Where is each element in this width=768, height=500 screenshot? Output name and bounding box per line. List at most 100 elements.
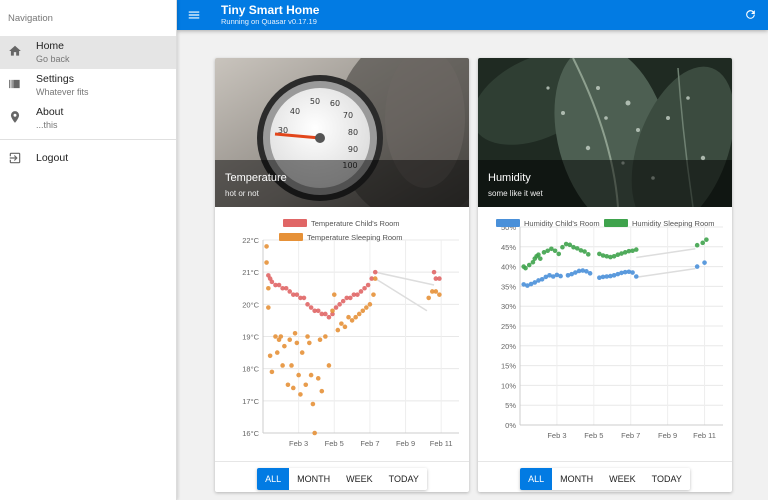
data-point [308,305,314,310]
data-point [303,382,309,388]
data-point [433,289,439,294]
range-all-button[interactable]: ALL [257,468,290,490]
data-point [694,242,700,248]
data-point [358,289,364,294]
app-title: Tiny Smart Home [221,2,320,17]
data-point [582,249,587,254]
range-month-button[interactable]: MONTH [289,468,339,490]
data-point [335,327,341,333]
temperature-chart-svg: 16°C 17°C 18°C 19°C 20°C 21°C 22°C Feb 3 Feb 5 Fe… [242,219,459,448]
nav-item-settings[interactable]: Settings Whatever fits [0,69,176,102]
data-point [371,292,376,297]
data-point [274,350,280,355]
y-tick-label: 22°C [242,236,259,245]
y-tick-label: 21°C [242,268,259,277]
data-point [287,337,293,343]
data-point [437,276,442,281]
data-point [633,274,639,279]
nav-item-home[interactable]: Home Go back [0,36,176,69]
refresh-icon[interactable] [744,8,758,22]
y-tick-label: 0% [505,421,516,430]
data-point [310,401,316,407]
data-point [266,305,271,310]
range-today-button[interactable]: TODAY [643,468,690,490]
nav-item-label: Logout [36,152,69,164]
menu-icon[interactable] [187,8,201,22]
data-point [355,292,360,297]
data-point [587,271,593,276]
y-tick-label: 18°C [242,365,259,374]
range-button-group: ALL MONTH WEEK TODAY [257,468,427,490]
data-point [585,252,591,257]
y-tick-label: 45% [501,243,516,252]
data-point [365,282,371,288]
humidity-chart: 0% 5% 10% 15% 20% 25% 30% 35% 40% 45% 50% Feb 3 Feb … [478,207,732,461]
legend-label: Humidity Sleeping Room [632,219,715,228]
app-subtitle: Running on Quasar v0.17.19 [221,16,317,26]
range-selector: ALL MONTH WEEK TODAY [215,461,469,492]
data-point [267,353,273,359]
data-point [339,321,344,326]
nav-item-logout[interactable]: Logout [0,143,176,175]
range-all-button[interactable]: ALL [520,468,553,490]
data-point [289,363,294,368]
svg-text:40: 40 [290,107,300,116]
data-point [702,260,707,265]
data-point [273,334,278,339]
y-tick-label: 20°C [242,300,259,309]
data-point [700,240,705,246]
x-tick-label: Feb 9 [396,439,415,448]
legend-swatch [279,233,303,241]
card-subtitle: hot or not [225,189,259,198]
data-point [264,260,269,265]
data-point [372,276,378,281]
range-week-button[interactable]: WEEK [338,468,381,490]
y-tick-label: 16°C [242,429,259,438]
data-point [523,265,528,271]
card-subtitle: some like it wet [488,189,543,198]
location-pin-icon [8,110,22,124]
humidity-card: Humidity some like it wet 0% 5% 10% 15% 20% 2… [478,58,732,492]
range-month-button[interactable]: MONTH [552,468,602,490]
nav-item-label: Home [36,40,65,52]
nav-item-about[interactable]: About ...this [0,102,176,135]
data-point [315,376,321,381]
data-point [558,273,563,279]
data-point [290,385,296,391]
range-selector: ALL MONTH WEEK TODAY [478,461,732,492]
data-point [367,302,373,307]
data-point [364,305,369,310]
data-point [323,311,328,317]
x-tick-label: Feb 5 [325,439,344,448]
card-title: Humidity [488,172,531,184]
range-week-button[interactable]: WEEK [601,468,644,490]
x-tick-label: Feb 11 [693,431,716,440]
app-header: Tiny Smart Home Running on Quasar v0.17.… [177,0,768,30]
y-tick-label: 5% [505,401,516,410]
nav-item-sublabel: Whatever fits [36,87,89,97]
x-tick-label: Feb 5 [584,431,603,440]
series-trend-line [375,271,435,286]
data-point [276,282,282,288]
data-point [360,308,366,314]
data-point [333,305,339,310]
data-point [283,285,289,291]
data-point [326,363,332,368]
data-point [552,248,558,254]
svg-text:50: 50 [310,97,320,106]
data-point [330,308,335,314]
data-point [294,292,300,297]
series-trend-line [374,277,428,312]
data-point [348,295,353,301]
thermometer-image: 30 40 50 60 70 80 90 100 Temperature hot… [215,58,469,207]
data-point [694,264,700,269]
y-tick-label: 19°C [242,333,259,342]
range-today-button[interactable]: TODAY [380,468,427,490]
drawer-divider [0,139,176,140]
data-point [278,334,284,339]
data-point [353,314,358,320]
svg-text:80: 80 [348,128,358,137]
data-point [560,244,565,250]
data-point [294,340,300,346]
data-point [426,295,432,301]
